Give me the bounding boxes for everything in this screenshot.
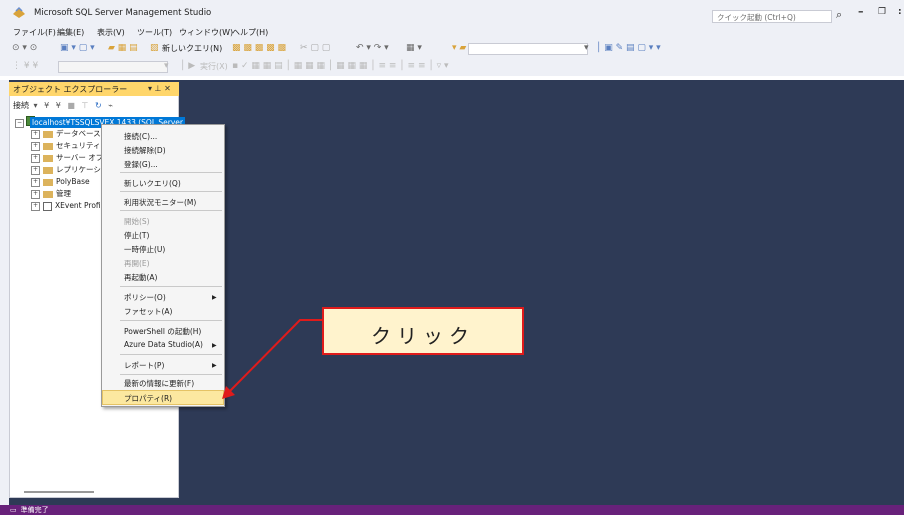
properties-icons[interactable]: │ ▣ ✎ ▤ ▢ ▾ ▾ bbox=[596, 43, 661, 53]
menu-refresh[interactable]: 最新の情報に更新(F) bbox=[124, 378, 194, 389]
back-icon[interactable]: ⊙ ▾ ⊙ bbox=[12, 43, 37, 53]
menu-view[interactable]: 表示(V) bbox=[97, 27, 125, 38]
solution-config-icon[interactable]: ▦ ▾ bbox=[406, 43, 422, 53]
find-combobox[interactable] bbox=[468, 43, 588, 55]
panel-pin-close-icons[interactable]: ▾ ⊥ ✕ bbox=[148, 84, 171, 93]
menu-resume: 再開(E) bbox=[124, 259, 150, 268]
menu-disconnect[interactable]: 接続解除(D) bbox=[124, 145, 166, 156]
search-icon[interactable]: ⌕ bbox=[836, 8, 842, 22]
menu-separator bbox=[120, 374, 222, 375]
refresh-icon[interactable]: ↻ bbox=[95, 101, 102, 110]
clipboard-icons[interactable]: ✂ ▢ ▢ bbox=[300, 43, 330, 53]
menu-tools[interactable]: ツール(T) bbox=[137, 27, 172, 38]
execute-button[interactable]: 実行(X) bbox=[200, 61, 228, 72]
minimize-icon[interactable]: – bbox=[858, 5, 864, 18]
undo-redo-icons[interactable]: ↶ ▾ ↷ ▾ bbox=[356, 43, 389, 53]
folder-icon bbox=[43, 154, 53, 162]
find-dropdown-icon[interactable]: ▾ bbox=[584, 43, 589, 53]
folder-icon bbox=[43, 166, 53, 174]
folder-icon bbox=[43, 130, 53, 138]
menu-stop[interactable]: 停止(T) bbox=[124, 230, 149, 241]
execute-icon[interactable]: │ ▶ bbox=[180, 61, 195, 71]
menu-properties[interactable]: プロパティ(R) bbox=[124, 393, 172, 404]
menu-separator bbox=[120, 286, 222, 287]
menu-separator bbox=[120, 210, 222, 211]
connect-button[interactable]: 接続 bbox=[13, 101, 29, 110]
status-bar bbox=[0, 505, 904, 515]
menu-start: 開始(S) bbox=[124, 217, 150, 226]
menu-facets[interactable]: ファセット(A) bbox=[124, 306, 172, 317]
database-dropdown-icon[interactable]: ▾ bbox=[164, 61, 169, 71]
object-explorer-toolbar: 接続 ▾ ¥ ¥ ■ ⊤ ↻ ⌁ bbox=[13, 100, 113, 111]
quick-launch-input[interactable]: クイック起動 (Ctrl+Q) bbox=[712, 10, 832, 23]
folder-icon bbox=[43, 142, 53, 150]
horizontal-scrollbar[interactable] bbox=[24, 491, 94, 493]
find-icon[interactable]: ▾ ▰ bbox=[452, 43, 466, 53]
menu-separator bbox=[120, 354, 222, 355]
profiler-icon bbox=[43, 201, 52, 211]
tree-node-management[interactable]: + 管理 bbox=[31, 188, 71, 199]
query-option-icons[interactable]: ▪ ✓ ▦ ▦ ▤ │ ▦ ▦ ▦ │ ▦ ▦ ▦ │ ≡ ≡ │ ≡ ≡ │ … bbox=[232, 61, 449, 71]
new-query-button[interactable]: 新しいクエリ(N) bbox=[162, 43, 222, 54]
new-query-icon[interactable]: ▨ bbox=[150, 43, 159, 53]
menu-separator bbox=[120, 320, 222, 321]
connect-icons[interactable]: ⋮ ¥ ¥ bbox=[12, 61, 38, 71]
new-project-icon[interactable]: ▣ ▾ ▢ ▾ bbox=[60, 43, 95, 53]
stop-icon[interactable]: ■ bbox=[67, 101, 75, 110]
click-callout-text: クリック bbox=[371, 324, 475, 348]
database-combobox[interactable] bbox=[58, 61, 168, 73]
menu-reports[interactable]: レポート(P) bbox=[124, 360, 164, 371]
menu-connect[interactable]: 接続(C)... bbox=[124, 131, 157, 142]
submenu-arrow-icon: ▶ bbox=[212, 294, 217, 301]
folder-icon bbox=[43, 190, 53, 198]
sql-editor-toolbar: ⋮ ¥ ¥ ▾ │ ▶ 実行(X) ▪ ✓ ▦ ▦ ▤ │ ▦ ▦ ▦ │ ▦ … bbox=[0, 58, 904, 76]
activity-icon[interactable]: ⌁ bbox=[108, 101, 113, 110]
submenu-arrow-icon: ▶ bbox=[212, 342, 217, 349]
ssms-logo-icon bbox=[12, 6, 26, 19]
menu-policies[interactable]: ポリシー(O) bbox=[124, 292, 166, 303]
left-dock-strip bbox=[0, 80, 9, 505]
tree-node-polybase[interactable]: + PolyBase bbox=[31, 176, 90, 187]
tree-node-security[interactable]: + セキュリティ bbox=[31, 140, 101, 151]
menu-separator bbox=[120, 191, 222, 192]
menu-start-powershell[interactable]: PowerShell の起動(H) bbox=[124, 326, 201, 337]
status-text: ▭ 準備完了 bbox=[10, 506, 49, 514]
query-type-icons[interactable]: ▩ ▩ ▩ ▩ ▩ bbox=[232, 43, 286, 53]
menu-file[interactable]: ファイル(F) bbox=[13, 27, 56, 38]
standard-toolbar: ⊙ ▾ ⊙ ▣ ▾ ▢ ▾ ▰ ▦ ▤ ▨ 新しいクエリ(N) ▩ ▩ ▩ ▩ … bbox=[0, 40, 904, 58]
connect-dropdown-icon[interactable]: ▾ bbox=[34, 101, 38, 110]
menu-register[interactable]: 登録(G)... bbox=[124, 159, 158, 170]
menu-edit[interactable]: 編集(E) bbox=[57, 27, 84, 38]
filter-icon[interactable]: ⊤ bbox=[82, 101, 89, 110]
open-file-icon[interactable]: ▰ ▦ ▤ bbox=[108, 43, 138, 53]
menu-pause[interactable]: 一時停止(U) bbox=[124, 244, 165, 255]
menu-restart[interactable]: 再起動(A) bbox=[124, 272, 157, 283]
menu-window[interactable]: ウィンドウ(W) bbox=[179, 27, 233, 38]
object-explorer-title: オブジェクト エクスプローラー bbox=[13, 85, 128, 94]
restore-icon[interactable]: ❐ bbox=[878, 7, 886, 17]
menu-separator bbox=[120, 172, 222, 173]
tree-node-databases[interactable]: + データベース bbox=[31, 128, 101, 139]
menu-bar bbox=[0, 24, 904, 40]
connect-icon[interactable]: ¥ bbox=[44, 101, 49, 110]
status-icon: ▭ bbox=[10, 506, 17, 514]
window-title: Microsoft SQL Server Management Studio bbox=[34, 8, 212, 18]
folder-icon bbox=[43, 178, 53, 186]
disconnect-icon[interactable]: ¥ bbox=[56, 101, 61, 110]
submenu-arrow-icon: ▶ bbox=[212, 362, 217, 369]
close-icon[interactable]: : bbox=[898, 7, 902, 17]
menu-new-query[interactable]: 新しいクエリ(Q) bbox=[124, 178, 181, 189]
tree-node-xevent-profiler[interactable]: + XEvent Profil bbox=[31, 200, 103, 211]
menu-activity-monitor[interactable]: 利用状況モニター(M) bbox=[124, 197, 196, 208]
menu-help[interactable]: ヘルプ(H) bbox=[232, 27, 268, 38]
menu-azure-data-studio[interactable]: Azure Data Studio(A) bbox=[124, 340, 203, 349]
